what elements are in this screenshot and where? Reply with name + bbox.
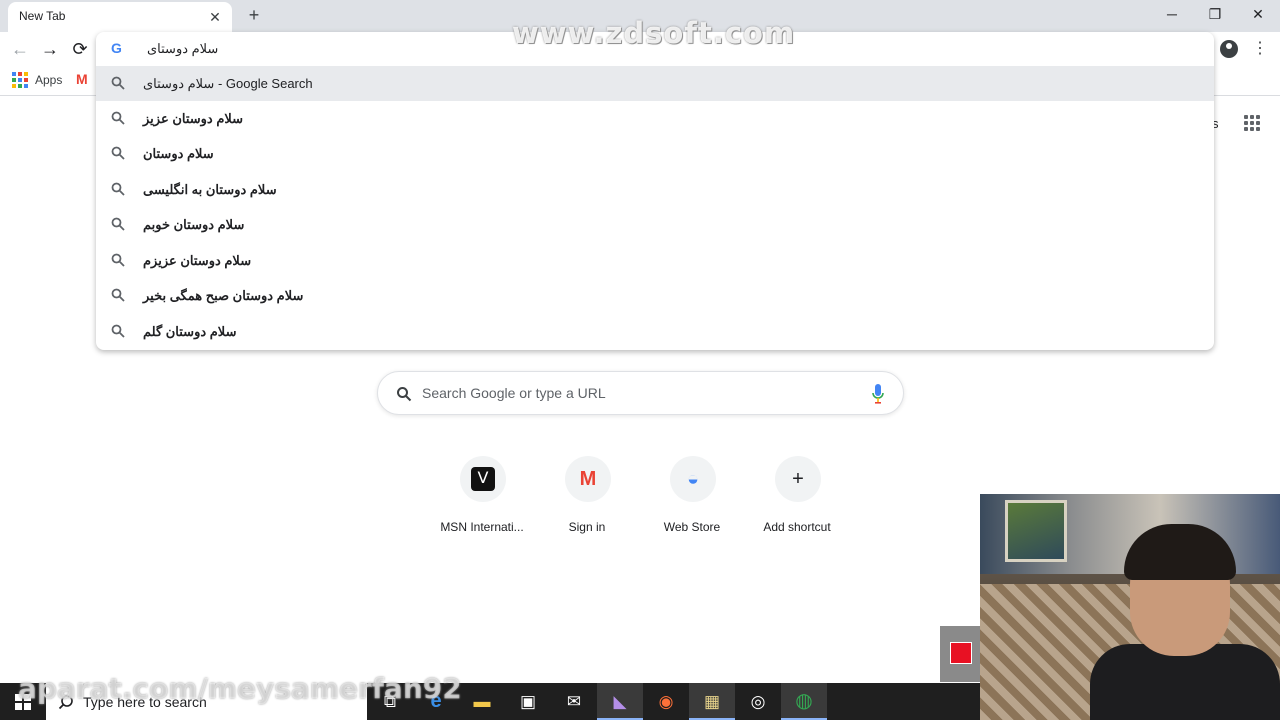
tab-new-tab[interactable]: New Tab ✕: [8, 2, 232, 32]
recording-widget[interactable]: [940, 626, 980, 682]
ntp-search-box[interactable]: Search Google or type a URL: [377, 371, 904, 415]
suggestion-item[interactable]: سلام دوستان عزیزم: [96, 243, 1214, 278]
chrome-icon[interactable]: ◍: [781, 683, 827, 720]
gmail-icon: M: [565, 456, 611, 502]
maximize-icon[interactable]: ❐: [1193, 0, 1237, 30]
watermark-bottom: aparat.com/meysamerfan92: [18, 672, 462, 705]
google-icon: G: [111, 40, 122, 56]
apps-grid-icon[interactable]: [12, 72, 28, 88]
omnibox-input[interactable]: سلام دوستای: [147, 41, 218, 57]
gmail-bookmark-icon[interactable]: M: [76, 71, 88, 87]
search-icon: [111, 146, 125, 160]
suggestion-item[interactable]: سلام دوستان خوبم: [96, 207, 1214, 242]
omnibox-dropdown: G سلام دوستای سلام دوستای - Google Searc…: [96, 32, 1214, 350]
mail-icon[interactable]: ✉: [551, 683, 597, 720]
suggestion-text: سلام دوستان عزیزم: [143, 253, 252, 268]
suggestion-text: سلام دوستان: [143, 146, 214, 161]
window-close-icon[interactable]: ✕: [1236, 0, 1280, 30]
web-store-icon: ◒: [670, 456, 716, 502]
search-icon: [111, 111, 125, 125]
suggestion-text: سلام دوستان به انگلیسی: [143, 182, 277, 197]
search-icon: [111, 76, 125, 90]
shortcut-label: Web Store: [663, 520, 721, 534]
shortcut-label: MSN Internati...: [440, 520, 524, 534]
search-placeholder: Search Google or type a URL: [422, 385, 606, 401]
shortcut-sign-in[interactable]: M Sign in: [535, 456, 639, 546]
suggestion-item[interactable]: سلام دوستای - Google Search: [96, 66, 1214, 101]
shortcut-add[interactable]: + Add shortcut: [745, 456, 849, 546]
shortcut-label: Sign in: [568, 520, 606, 534]
suggestion-text: سلام دوستان عزیز: [143, 111, 244, 126]
tab-title: New Tab: [19, 9, 66, 23]
apps-bookmark-label[interactable]: Apps: [35, 73, 62, 87]
suggestion-text: سلام دوستای - Google Search: [143, 76, 313, 91]
watermark-top: www.zdsoft.com: [512, 16, 796, 50]
google-apps-icon[interactable]: [1244, 115, 1260, 131]
file-explorer-icon[interactable]: ▬: [459, 683, 505, 720]
film-editor-icon[interactable]: ▦: [689, 683, 735, 720]
suggestion-text: سلام دوستان گلم: [143, 324, 237, 339]
new-tab-button[interactable]: +: [244, 5, 264, 25]
shortcut-label: Add shortcut: [763, 520, 831, 534]
profile-icon[interactable]: [1220, 40, 1238, 58]
plus-icon: +: [775, 456, 821, 502]
suggestion-item[interactable]: سلام دوستان به انگلیسی: [96, 172, 1214, 207]
forward-icon[interactable]: →: [38, 38, 62, 60]
search-icon: [397, 387, 412, 402]
suggestion-item[interactable]: سلام دوستان عزیز: [96, 101, 1214, 136]
shortcut-msn[interactable]: Ⅴ MSN Internati...: [430, 456, 534, 546]
suggestion-text: سلام دوستان صبح همگی بخیر: [143, 288, 304, 303]
suggestion-text: سلام دوستان خوبم: [143, 217, 245, 232]
microphone-icon[interactable]: [872, 384, 884, 404]
store-icon[interactable]: ▣: [505, 683, 551, 720]
menu-icon[interactable]: ⋮: [1252, 39, 1268, 59]
minimize-icon[interactable]: ─: [1150, 0, 1194, 30]
back-icon[interactable]: ←: [8, 38, 32, 60]
suggestion-item[interactable]: سلام دوستان صبح همگی بخیر: [96, 278, 1214, 313]
suggestion-item[interactable]: سلام دوستان گلم: [96, 314, 1214, 349]
msn-icon: Ⅴ: [460, 456, 506, 502]
recorder-icon[interactable]: ◎: [735, 683, 781, 720]
suggestion-item[interactable]: سلام دوستان: [96, 136, 1214, 171]
search-icon: [111, 182, 125, 196]
firefox-icon[interactable]: ◉: [643, 683, 689, 720]
wall-painting: [1005, 500, 1067, 562]
search-icon: [111, 288, 125, 302]
stop-record-icon[interactable]: [950, 642, 972, 664]
close-tab-icon[interactable]: ✕: [206, 8, 224, 26]
webcam-overlay: [980, 494, 1280, 720]
visual-studio-icon[interactable]: ◣: [597, 683, 643, 720]
reload-icon[interactable]: ⟳: [68, 38, 92, 60]
search-icon: [111, 324, 125, 338]
search-icon: [111, 253, 125, 267]
search-icon: [111, 217, 125, 231]
shortcut-web-store[interactable]: ◒ Web Store: [640, 456, 744, 546]
